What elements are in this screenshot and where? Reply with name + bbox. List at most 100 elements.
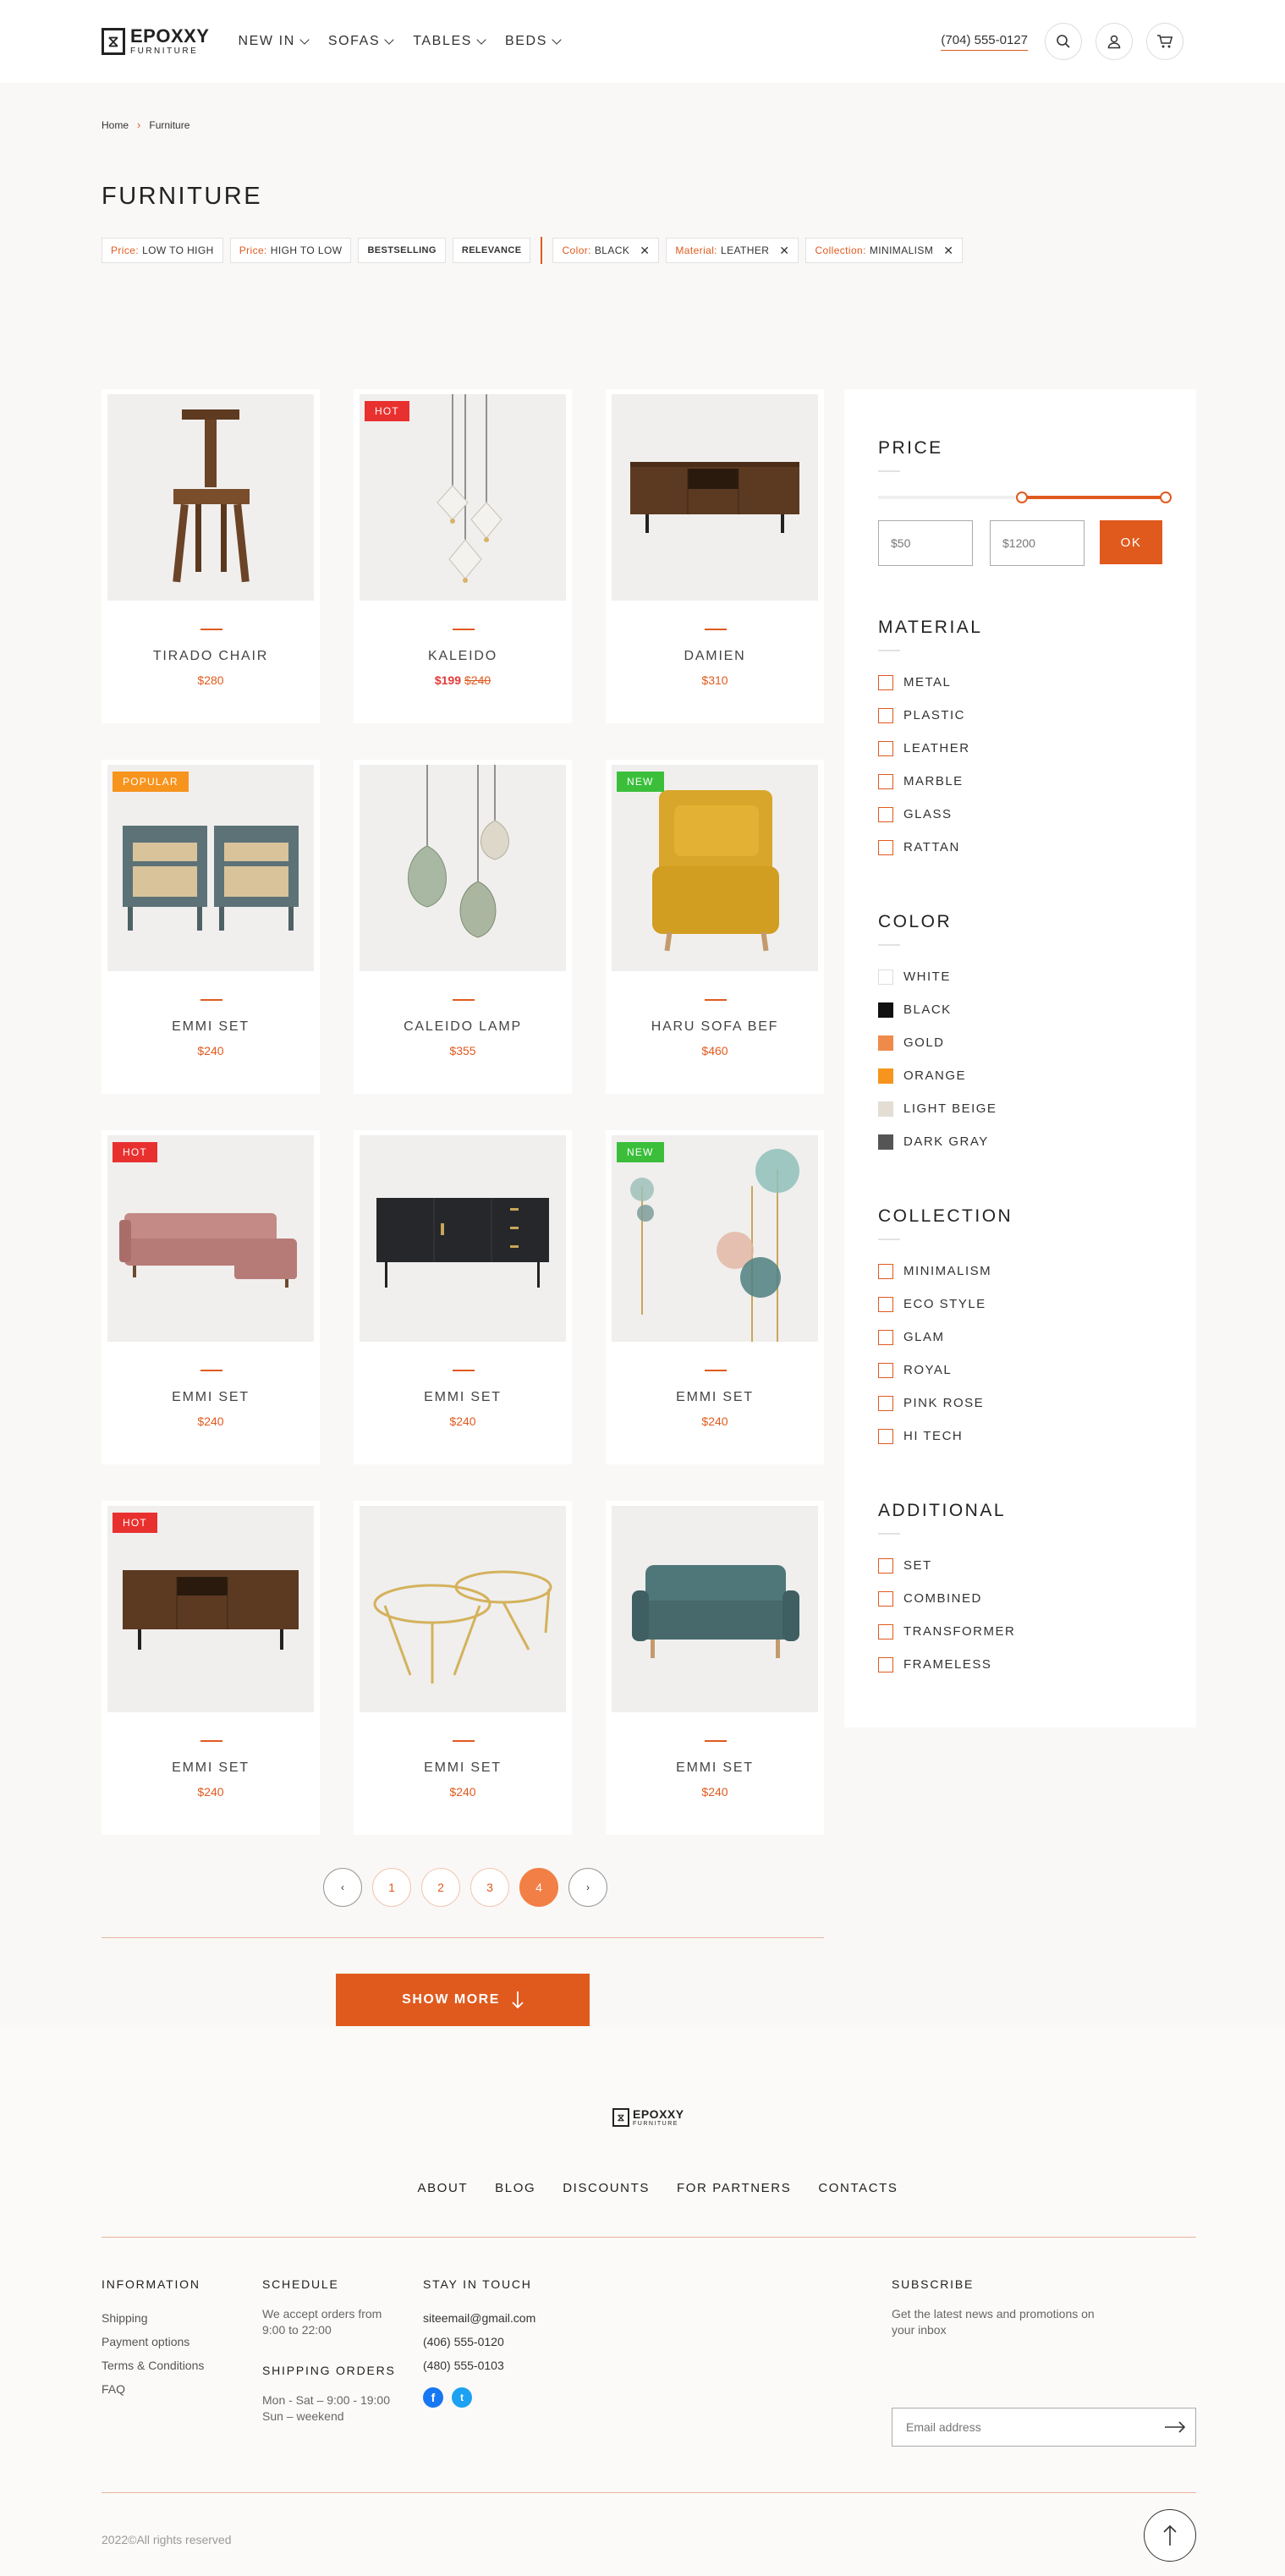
footer-link-faq[interactable]: FAQ xyxy=(102,2377,204,2401)
collection-option-eco-style[interactable]: ECO STYLE xyxy=(878,1288,991,1321)
checkbox[interactable] xyxy=(878,740,893,756)
footer-nav-contacts[interactable]: CONTACTS xyxy=(818,2181,898,2195)
product-card[interactable]: EMMI SET $240 xyxy=(354,1130,572,1464)
footer-nav-blog[interactable]: BLOG xyxy=(495,2181,535,2195)
search-button[interactable] xyxy=(1045,23,1082,60)
additional-option-frameless[interactable]: FRAMELESS xyxy=(878,1648,1015,1681)
additional-option-combined[interactable]: COMBINED xyxy=(878,1582,1015,1615)
sort-bestselling[interactable]: BESTSELLING xyxy=(358,238,446,263)
nav-item-beds[interactable]: BEDS xyxy=(505,34,562,49)
range-max-handle[interactable] xyxy=(1160,492,1172,503)
color-option-orange[interactable]: ORANGE xyxy=(878,1059,997,1092)
checkbox[interactable] xyxy=(878,674,893,690)
cart-button[interactable] xyxy=(1146,23,1183,60)
product-card[interactable]: NEW HARU SOFA BEF $460 xyxy=(606,760,824,1094)
price-min-input[interactable] xyxy=(878,520,973,566)
sort-price-high-low[interactable]: Price: HIGH TO LOW xyxy=(229,238,352,263)
sort-price-low-high[interactable]: Price: LOW TO HIGH xyxy=(102,238,223,263)
email-input[interactable] xyxy=(892,2408,1155,2446)
collection-option-minimalism[interactable]: MINIMALISM xyxy=(878,1255,991,1288)
pagination-page-2[interactable]: 2 xyxy=(421,1868,460,1907)
collection-option-royal[interactable]: ROYAL xyxy=(878,1354,991,1387)
footer-nav-discounts[interactable]: DISCOUNTS xyxy=(563,2181,650,2195)
product-card[interactable]: CALEIDO LAMP $355 xyxy=(354,760,572,1094)
account-button[interactable] xyxy=(1096,23,1133,60)
close-icon[interactable]: ✕ xyxy=(779,244,789,258)
color-option-dark-gray[interactable]: DARK GRAY xyxy=(878,1125,997,1158)
color-option-gold[interactable]: GOLD xyxy=(878,1026,997,1059)
product-card[interactable]: TIRADO CHAIR $280 xyxy=(102,389,320,723)
material-option-glass[interactable]: GLASS xyxy=(878,798,970,831)
pagination-next-button[interactable]: › xyxy=(568,1868,607,1907)
product-card[interactable]: POPULAR EMMI SET $240 xyxy=(102,760,320,1094)
product-card[interactable]: EMMI SET $240 xyxy=(354,1501,572,1835)
checkbox[interactable] xyxy=(878,1296,893,1312)
footer-phone-1[interactable]: (406) 555-0120 xyxy=(423,2330,535,2354)
additional-option-transformer[interactable]: TRANSFORMER xyxy=(878,1615,1015,1648)
checkbox[interactable] xyxy=(878,1329,893,1345)
checkbox[interactable] xyxy=(878,806,893,822)
product-card[interactable]: HOT EMMI SET $240 xyxy=(102,1130,320,1464)
nav-item-new-in[interactable]: NEW IN xyxy=(238,34,310,49)
product-card[interactable]: EMMI SET $240 xyxy=(606,1501,824,1835)
checkbox[interactable] xyxy=(878,707,893,723)
material-option-metal[interactable]: METAL xyxy=(878,666,970,699)
product-card[interactable]: NEW EMMI SET $240 xyxy=(606,1130,824,1464)
range-min-handle[interactable] xyxy=(1016,492,1028,503)
show-more-button[interactable]: SHOW MORE xyxy=(336,1974,590,2026)
material-option-rattan[interactable]: RATTAN xyxy=(878,831,970,864)
collection-option-hi-tech[interactable]: HI TECH xyxy=(878,1420,991,1453)
checkbox[interactable] xyxy=(878,1428,893,1444)
nav-item-tables[interactable]: TABLES xyxy=(413,34,486,49)
color-option-black[interactable]: BLACK xyxy=(878,993,997,1026)
footer-phone-2[interactable]: (480) 555-0103 xyxy=(423,2354,535,2377)
price-ok-button[interactable]: OK xyxy=(1100,520,1162,564)
checkbox[interactable] xyxy=(878,1590,893,1607)
color-swatch[interactable] xyxy=(878,1035,893,1051)
footer-link-payment-options[interactable]: Payment options xyxy=(102,2330,204,2354)
material-option-leather[interactable]: LEATHER xyxy=(878,732,970,765)
material-option-plastic[interactable]: PLASTIC xyxy=(878,699,970,732)
facebook-icon[interactable]: f xyxy=(423,2387,443,2408)
checkbox[interactable] xyxy=(878,1263,893,1279)
footer-email-link[interactable]: siteemail@gmail.com xyxy=(423,2306,535,2330)
sort-relevance[interactable]: RELEVANCE xyxy=(452,238,531,263)
footer-nav-for-partners[interactable]: FOR PARTNERS xyxy=(677,2181,791,2195)
subscribe-submit-button[interactable] xyxy=(1155,2408,1195,2446)
twitter-icon[interactable]: t xyxy=(452,2387,472,2408)
color-option-light-beige[interactable]: LIGHT BEIGE xyxy=(878,1092,997,1125)
material-option-marble[interactable]: MARBLE xyxy=(878,765,970,798)
checkbox[interactable] xyxy=(878,1623,893,1640)
back-to-top-button[interactable] xyxy=(1144,2509,1196,2562)
pagination-page-4-active[interactable]: 4 xyxy=(519,1868,558,1907)
footer-nav-about[interactable]: ABOUT xyxy=(417,2181,468,2195)
checkbox[interactable] xyxy=(878,1557,893,1574)
product-card[interactable]: HOT KALEIDO $199 $240 xyxy=(354,389,572,723)
footer-link-terms[interactable]: Terms & Conditions xyxy=(102,2354,204,2377)
price-max-input[interactable] xyxy=(990,520,1085,566)
color-swatch[interactable] xyxy=(878,969,893,985)
pagination-page-3[interactable]: 3 xyxy=(470,1868,509,1907)
additional-option-set[interactable]: SET xyxy=(878,1549,1015,1582)
pagination-prev-button[interactable]: ‹ xyxy=(323,1868,362,1907)
color-swatch[interactable] xyxy=(878,1134,893,1150)
logo[interactable]: ⧖ EPOXXY FURNITURE xyxy=(102,27,209,56)
checkbox[interactable] xyxy=(878,839,893,855)
color-swatch[interactable] xyxy=(878,1068,893,1084)
breadcrumb-home-link[interactable]: Home xyxy=(102,119,129,131)
checkbox[interactable] xyxy=(878,773,893,789)
close-icon[interactable]: ✕ xyxy=(640,244,650,258)
checkbox[interactable] xyxy=(878,1395,893,1411)
close-icon[interactable]: ✕ xyxy=(943,244,953,258)
footer-logo[interactable]: ⧖ EPOXXY FURNITURE xyxy=(612,2108,684,2127)
checkbox[interactable] xyxy=(878,1362,893,1378)
color-swatch[interactable] xyxy=(878,1002,893,1018)
color-option-white[interactable]: WHITE xyxy=(878,960,997,993)
collection-option-glam[interactable]: GLAM xyxy=(878,1321,991,1354)
product-card[interactable]: DAMIEN $310 xyxy=(606,389,824,723)
header-phone-link[interactable]: (704) 555-0127 xyxy=(941,33,1028,51)
footer-link-shipping[interactable]: Shipping xyxy=(102,2306,204,2330)
price-range-slider[interactable] xyxy=(878,492,1172,503)
product-card[interactable]: HOT EMMI SET $240 xyxy=(102,1501,320,1835)
collection-option-pink-rose[interactable]: PINK ROSE xyxy=(878,1387,991,1420)
